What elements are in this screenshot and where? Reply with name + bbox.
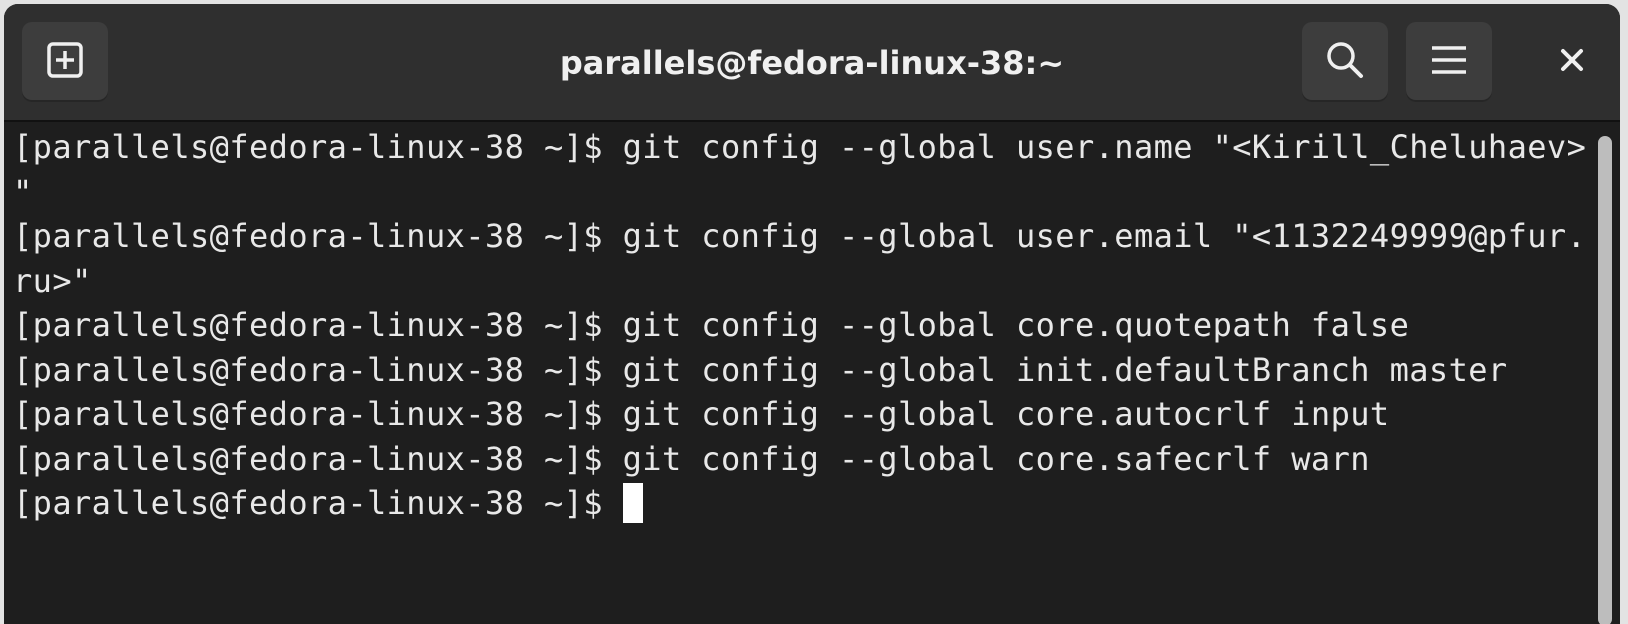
new-tab-plus-icon xyxy=(45,40,85,85)
terminal-prompt-line[interactable]: [parallels@fedora-linux-38 ~]$ xyxy=(13,481,1588,526)
vertical-scrollbar[interactable] xyxy=(1592,122,1620,624)
hamburger-menu-icon xyxy=(1429,42,1469,83)
title-bar: parallels@fedora-linux-38:~ xyxy=(4,4,1620,122)
new-tab-button[interactable] xyxy=(22,22,108,102)
terminal-output[interactable]: [parallels@fedora-linux-38 ~]$ git confi… xyxy=(4,122,1588,612)
scrollbar-thumb[interactable] xyxy=(1598,136,1612,624)
terminal-line: [parallels@fedora-linux-38 ~]$ git confi… xyxy=(13,395,1390,433)
terminal-line: [parallels@fedora-linux-38 ~]$ git confi… xyxy=(13,439,1370,478)
terminal-window: parallels@fedora-linux-38:~ [parallels@f… xyxy=(4,4,1620,624)
search-button[interactable] xyxy=(1302,22,1388,102)
terminal-line: " xyxy=(13,172,33,211)
main-menu-button[interactable] xyxy=(1406,22,1492,102)
close-button[interactable] xyxy=(1544,32,1600,92)
text-cursor xyxy=(622,483,643,523)
terminal-prompt: [parallels@fedora-linux-38 ~]$ xyxy=(13,484,623,522)
terminal-line: ru>" xyxy=(13,261,92,300)
close-icon xyxy=(1559,47,1585,78)
search-icon xyxy=(1324,39,1366,86)
terminal-line: [parallels@fedora-linux-38 ~]$ git confi… xyxy=(13,350,1508,389)
terminal-line: [parallels@fedora-linux-38 ~]$ git confi… xyxy=(13,217,1587,255)
window-title: parallels@fedora-linux-38:~ xyxy=(559,44,1065,82)
terminal-line: [parallels@fedora-linux-38 ~]$ git confi… xyxy=(13,306,1410,344)
terminal-line: [parallels@fedora-linux-38 ~]$ git confi… xyxy=(13,128,1587,166)
